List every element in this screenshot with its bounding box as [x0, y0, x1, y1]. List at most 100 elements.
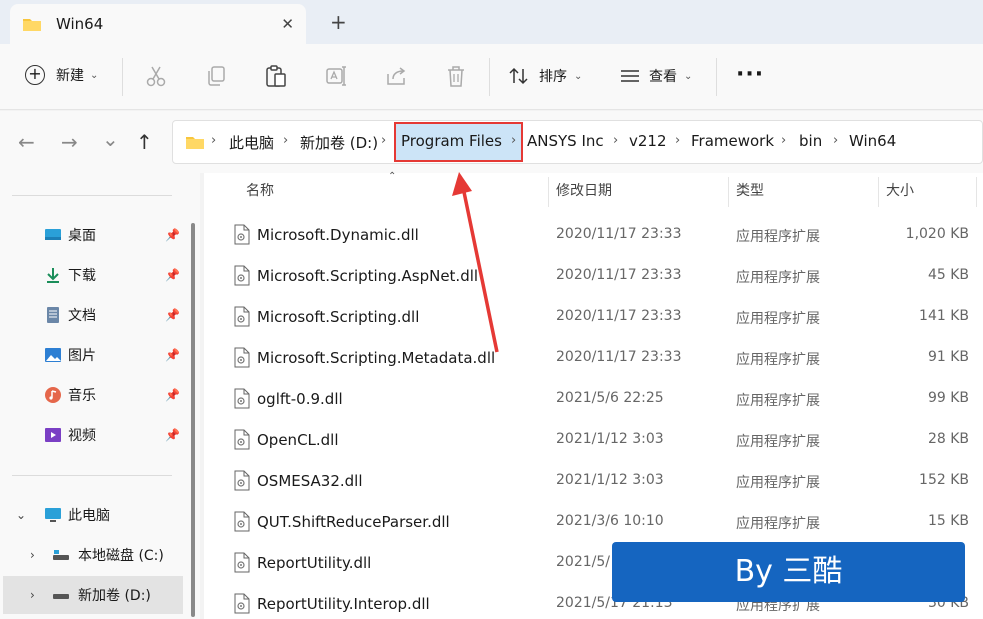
pin-icon[interactable]: 📌 — [165, 348, 180, 362]
file-name: Microsoft.Scripting.dll — [257, 308, 420, 326]
pin-icon[interactable]: 📌 — [165, 428, 180, 442]
file-name: ReportUtility.Interop.dll — [257, 595, 430, 613]
file-row[interactable]: QUT.ShiftReduceParser.dll 2021/3/6 10:10 应… — [204, 503, 983, 544]
file-modified-date: 2020/11/17 23:33 — [556, 226, 682, 242]
file-type: 应用程序扩展 — [736, 434, 820, 450]
sort-button[interactable]: 排序 ⌄ — [508, 66, 582, 86]
more-options-button[interactable]: ··· — [736, 62, 764, 87]
cut-icon[interactable] — [145, 64, 167, 88]
sidebar-item-this-pc[interactable]: ⌄ 此电脑 — [0, 496, 190, 534]
folder-icon — [23, 19, 41, 31]
chevron-right-icon: › — [381, 133, 387, 148]
column-header-date[interactable]: 修改日期 — [556, 173, 612, 209]
file-row[interactable]: Microsoft.Dynamic.dll 2020/11/17 23:33 应用程… — [204, 216, 983, 257]
column-header-type[interactable]: 类型 — [736, 173, 764, 209]
sidebar-item-drive-d[interactable]: › 新加卷 (D:) — [3, 576, 183, 614]
chevron-right-icon: › — [511, 133, 517, 148]
breadcrumb-win64[interactable]: Win64 — [849, 132, 896, 150]
breadcrumb-program-files[interactable]: Program Files — [401, 132, 502, 150]
divider — [12, 475, 172, 476]
dll-file-icon — [234, 552, 250, 573]
sidebar-scrollbar[interactable] — [191, 223, 195, 617]
breadcrumb-this-pc[interactable]: 此电脑 — [229, 132, 274, 153]
column-divider[interactable] — [548, 177, 549, 207]
copy-icon[interactable] — [205, 64, 227, 88]
computer-icon — [45, 508, 61, 522]
file-row[interactable]: OpenCL.dll 2021/1/12 3:03 应用程序扩展 28 KB — [204, 421, 983, 462]
sidebar-item-label: 文档 — [68, 308, 96, 324]
file-type: 应用程序扩展 — [736, 352, 820, 368]
toolbar-divider — [489, 58, 490, 96]
tab-win64[interactable]: Win64 ✕ — [10, 4, 306, 44]
view-button[interactable]: 查看 ⌄ — [620, 66, 692, 86]
file-size: 45 KB — [927, 267, 969, 283]
address-bar[interactable]: › 此电脑 › 新加卷 (D:) › Program Files › ANSYS… — [172, 120, 983, 164]
breadcrumb-v212[interactable]: v212 — [629, 132, 667, 150]
dll-file-icon — [234, 593, 250, 614]
pin-icon[interactable]: 📌 — [165, 228, 180, 242]
pin-icon[interactable]: 📌 — [165, 308, 180, 322]
pin-icon[interactable]: 📌 — [165, 388, 180, 402]
sidebar-item-label: 本地磁盘 (C:) — [78, 548, 164, 564]
file-name: OpenCL.dll — [257, 431, 339, 449]
navigation-pane: 桌面 📌 下载 📌 文档 📌 图片 📌 音乐 📌 视频 📌 ⌄ 此电脑 › 本地… — [0, 173, 200, 619]
paste-icon[interactable] — [265, 64, 287, 88]
delete-icon[interactable] — [445, 64, 467, 88]
file-modified-date: 2021/5/ — [556, 554, 610, 570]
dll-file-icon — [234, 224, 250, 245]
column-header-name[interactable]: 名称 — [246, 173, 274, 209]
sidebar-item-desktop[interactable]: 桌面 📌 — [0, 216, 190, 254]
videos-icon — [45, 428, 61, 442]
navigation-row: ← → ⌄ ↑ › 此电脑 › 新加卷 (D:) › Program Files… — [0, 111, 983, 173]
back-button[interactable]: ← — [18, 130, 35, 154]
dll-file-icon — [234, 511, 250, 532]
file-row[interactable]: Microsoft.Scripting.AspNet.dll 2020/11/17… — [204, 257, 983, 298]
column-divider[interactable] — [728, 177, 729, 207]
breadcrumb-ansys-inc[interactable]: ANSYS Inc — [527, 132, 604, 150]
tab-title: Win64 — [56, 15, 104, 33]
column-divider[interactable] — [976, 177, 977, 207]
forward-button[interactable]: → — [61, 130, 78, 154]
desktop-icon — [45, 229, 61, 240]
sidebar-item-documents[interactable]: 文档 📌 — [0, 296, 190, 334]
sidebar-item-label: 下载 — [68, 268, 96, 284]
column-header-size[interactable]: 大小 — [886, 173, 914, 209]
recent-locations-button[interactable]: ⌄ — [102, 127, 119, 151]
file-type: 应用程序扩展 — [736, 311, 820, 327]
file-row[interactable]: Microsoft.Scripting.dll 2020/11/17 23:33 应… — [204, 298, 983, 339]
chevron-down-icon[interactable]: ⌄ — [16, 508, 26, 522]
file-name: ReportUtility.dll — [257, 554, 372, 572]
breadcrumb-drive-d[interactable]: 新加卷 (D:) — [300, 132, 378, 153]
chevron-right-icon[interactable]: › — [30, 548, 35, 562]
share-icon[interactable] — [385, 64, 407, 88]
chevron-right-icon: › — [613, 133, 619, 148]
file-type: 应用程序扩展 — [736, 516, 820, 532]
file-row[interactable]: oglft-0.9.dll 2021/5/6 22:25 应用程序扩展 99 KB — [204, 380, 983, 421]
file-name: QUT.ShiftReduceParser.dll — [257, 513, 450, 531]
sidebar-item-music[interactable]: 音乐 📌 — [0, 376, 190, 414]
new-button[interactable]: + 新建 ⌄ — [25, 65, 98, 85]
column-divider[interactable] — [878, 177, 879, 207]
sidebar-item-downloads[interactable]: 下载 📌 — [0, 256, 190, 294]
close-tab-icon[interactable]: ✕ — [281, 15, 294, 33]
sidebar-item-pictures[interactable]: 图片 📌 — [0, 336, 190, 374]
chevron-right-icon: › — [283, 133, 289, 148]
pin-icon[interactable]: 📌 — [165, 268, 180, 282]
chevron-down-icon: ⌄ — [90, 69, 99, 81]
sidebar-item-videos[interactable]: 视频 📌 — [0, 416, 190, 454]
breadcrumb-framework[interactable]: Framework — [691, 132, 774, 150]
rename-icon[interactable] — [325, 64, 347, 88]
sidebar-item-drive-c[interactable]: › 本地磁盘 (C:) — [0, 536, 190, 574]
file-modified-date: 2020/11/17 23:33 — [556, 267, 682, 283]
breadcrumb-bin[interactable]: bin — [799, 132, 822, 150]
file-size: 141 KB — [919, 308, 969, 324]
file-row[interactable]: OSMESA32.dll 2021/1/12 3:03 应用程序扩展 152 KB — [204, 462, 983, 503]
file-row[interactable]: Microsoft.Scripting.Metadata.dll 2020/11/… — [204, 339, 983, 380]
new-tab-button[interactable]: + — [330, 10, 347, 34]
file-type: 应用程序扩展 — [736, 270, 820, 286]
file-size: 1,020 KB — [905, 226, 969, 242]
up-button[interactable]: ↑ — [136, 130, 153, 154]
file-modified-date: 2021/1/12 3:03 — [556, 431, 664, 447]
chevron-right-icon[interactable]: › — [30, 588, 35, 602]
file-size: 28 KB — [927, 431, 969, 447]
